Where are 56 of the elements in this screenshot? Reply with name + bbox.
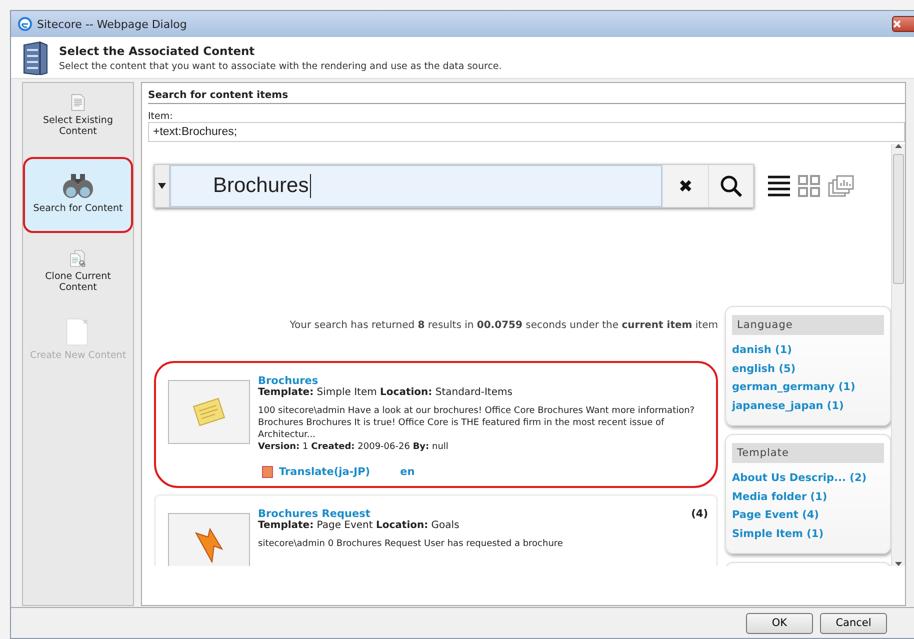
dialog-description: Select the content that you want to associate with the rendering and use as the data source. — [59, 60, 502, 72]
facet-link[interactable]: english (5) — [732, 360, 884, 378]
search-field[interactable]: Brochures — [170, 165, 662, 207]
close-button[interactable] — [892, 16, 914, 32]
result-title-link[interactable]: Brochures Request — [258, 508, 370, 520]
new-document-icon — [65, 318, 91, 346]
result-description: 100 sitecore\admin Have a look at our brochures! Office Core Brochures Want more information? Brochures Brochures It is true! Office Core is THE featured firm in the most recent issue of Architectur... — [258, 405, 696, 441]
sidebar-item[interactable]: Select Existing Content — [23, 89, 133, 145]
item-query-field[interactable]: +text:Brochures; — [148, 122, 905, 142]
gallery-view-icon — [828, 175, 854, 197]
dropdown-button[interactable] — [155, 165, 170, 207]
facet-link[interactable]: japanese_japan (1) — [732, 396, 884, 415]
window-title: Sitecore -- Webpage Dialog — [37, 18, 188, 30]
result-description: sitecore\admin 0 Brochures Request User has requested a brochure — [258, 538, 564, 550]
scroll-up-icon — [895, 144, 902, 148]
grid-view-icon — [798, 175, 820, 197]
section-heading: Search for content items — [148, 83, 905, 104]
dialog-button[interactable]: Cancel — [820, 612, 887, 634]
clear-button[interactable]: ✖ — [662, 165, 708, 207]
results-summary: Your search has returned 8 results in 00.0759 seconds under the current item item — [288, 320, 718, 331]
list-view-icon — [768, 174, 790, 198]
search-icon — [720, 175, 742, 197]
dialog-button[interactable]: OK — [746, 612, 813, 634]
lightning-icon — [194, 527, 224, 563]
result-meta: Template: Simple Item Location: Standard-Items — [258, 387, 514, 398]
facet-link[interactable]: Simple Item (1) — [732, 524, 884, 543]
facet-title: Template — [732, 443, 884, 463]
language-link[interactable]: en — [400, 466, 415, 478]
search-button[interactable] — [708, 165, 753, 207]
scrollbar-thumb[interactable] — [893, 154, 904, 284]
facet-link[interactable]: german_germany (1) — [732, 378, 884, 396]
close-icon — [893, 20, 901, 28]
dropdown-caret-icon — [158, 183, 166, 189]
result-meta: Template: Page Event Location: Goals — [258, 520, 460, 531]
view-toggle[interactable] — [768, 174, 790, 198]
cabinet-icon — [21, 40, 49, 74]
binoculars-icon — [62, 173, 94, 199]
result-title-link[interactable]: Brochures — [258, 375, 318, 387]
facet-link[interactable]: danish (1) — [732, 341, 884, 360]
sidebar-item[interactable]: Search for Content — [23, 157, 133, 233]
view-toggle[interactable] — [828, 175, 854, 197]
dialog-heading: Select the Associated Content — [59, 44, 256, 58]
translate-link[interactable]: Translate(ja-JP) — [262, 466, 370, 478]
view-toggle[interactable] — [798, 175, 820, 197]
facet-link[interactable]: About Us Descrip... (2) — [732, 469, 884, 488]
result-version-info: Version: 1 Created: 2009-06-26 By: null — [258, 441, 450, 453]
scrollbar[interactable] — [891, 144, 905, 566]
field-label: Item: — [148, 111, 174, 122]
facet-link[interactable]: Page Event (4) — [732, 506, 884, 524]
browser-e-icon — [18, 17, 32, 31]
scroll-down-icon — [895, 562, 902, 566]
result-count: (4) — [691, 508, 708, 520]
sidebar-item[interactable]: Clone Current Content — [23, 245, 133, 301]
facet-link[interactable]: Media folder (1) — [732, 488, 884, 506]
facet-title: Language — [732, 315, 884, 335]
flag-icon — [262, 466, 273, 478]
